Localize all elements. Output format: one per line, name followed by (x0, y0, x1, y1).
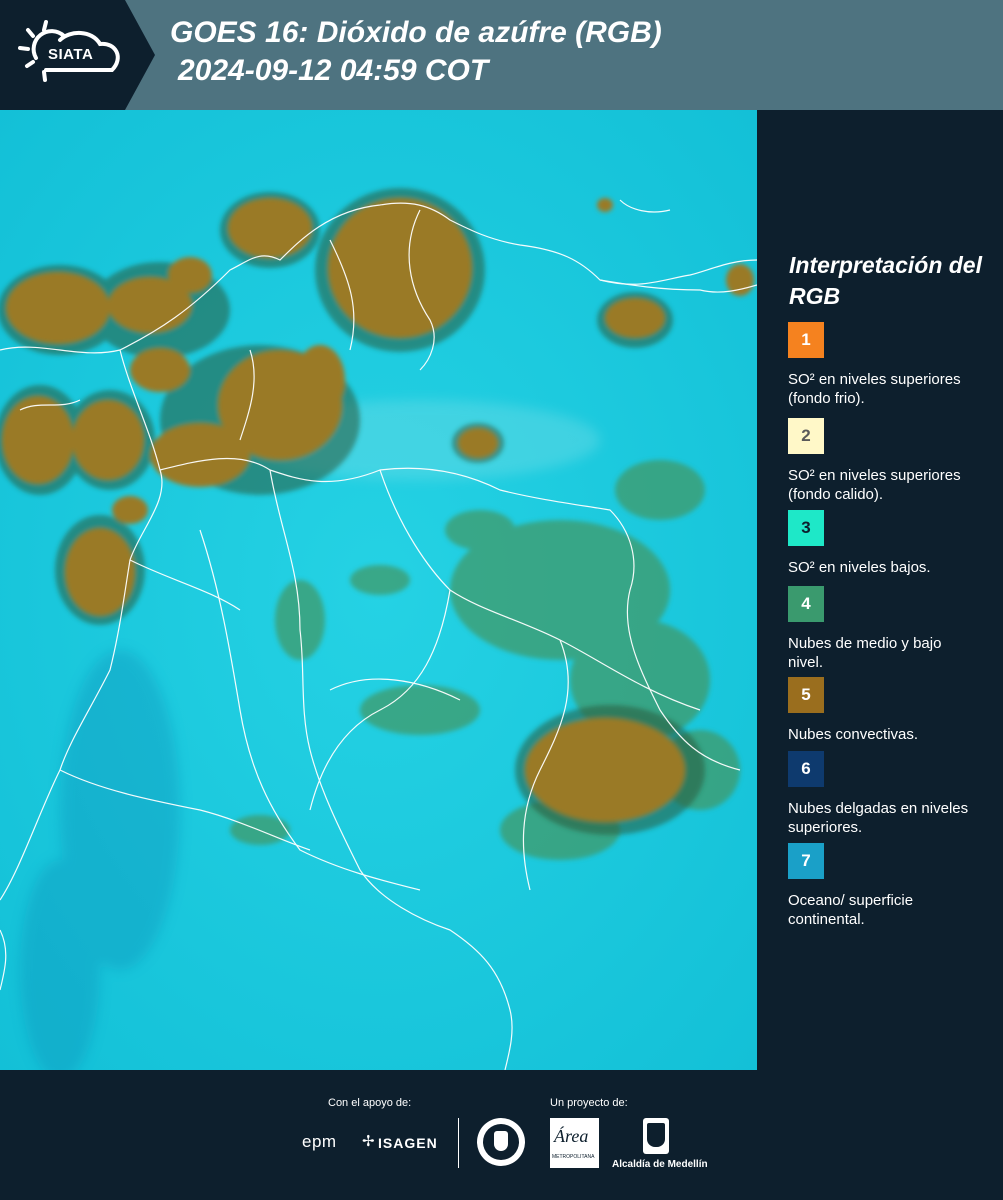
satellite-image (0, 110, 757, 1070)
legend-number-6: 6 (801, 759, 811, 778)
legend-swatch-7: 7 (788, 843, 824, 879)
legend-number-7: 7 (801, 851, 811, 870)
alcaldia-shield-icon[interactable] (643, 1118, 669, 1154)
legend-item-2: 2 SO² en niveles superiores (fondo calid… (788, 418, 998, 504)
area-logo-text: Área (554, 1126, 589, 1146)
legend-label-3: SO² en niveles bajos. (788, 559, 931, 576)
legend-number-1: 1 (801, 330, 811, 349)
page-title: GOES 16: Dióxido de azúfre (RGB) 2024-09… (170, 14, 662, 90)
project-caption: Un proyecto de: (550, 1097, 628, 1109)
title-datetime: 2024-09-12 04:59 COT (178, 54, 489, 87)
legend-label-5: Nubes convectivas. (788, 726, 919, 743)
legend-number-5: 5 (801, 685, 811, 704)
footer-bar: Con el apoyo de: Un proyecto de: epm ✢ I… (0, 1070, 1003, 1200)
title-product: GOES 16: Dióxido de azúfre (RGB) (170, 16, 662, 49)
legend-label-4: Nubes de medio y bajo nivel. (788, 635, 942, 671)
alcaldia-label: Alcaldía de Medellín (612, 1159, 708, 1170)
support-caption: Con el apoyo de: (328, 1097, 412, 1109)
footer-divider (458, 1118, 459, 1168)
legend-item-6: 6 Nubes delgadas en niveles superiores. (788, 751, 998, 837)
legend-number-3: 3 (801, 518, 811, 537)
legend-item-1: 1 SO² en niveles superiores (fondo frio)… (788, 322, 998, 408)
medellin-seal-icon[interactable] (477, 1118, 525, 1166)
legend-swatch-5: 5 (788, 677, 824, 713)
siata-logo[interactable]: SIATA (0, 0, 155, 110)
legend-item-4: 4 Nubes de medio y bajo nivel. (788, 586, 998, 672)
legend-label-7: Oceano/ superficie continental. (788, 892, 914, 928)
legend-swatch-1: 1 (788, 322, 824, 358)
isagen-mark-icon: ✢ (362, 1133, 375, 1150)
header-bar: SIATA GOES 16: Dióxido de azúfre (RGB) 2… (0, 0, 1003, 110)
legend-swatch-2: 2 (788, 418, 824, 454)
legend-swatch-3: 3 (788, 510, 824, 546)
epm-logo[interactable]: epm (302, 1132, 337, 1152)
legend-item-5: 5 Nubes convectivas. (788, 677, 998, 744)
isagen-logo[interactable]: ISAGEN (378, 1135, 438, 1151)
legend-label-1: SO² en niveles superiores (fondo frio). (788, 371, 961, 407)
legend-number-4: 4 (801, 594, 811, 613)
legend-panel: Interpretación del RGB 1 SO² en niveles … (757, 110, 1003, 1070)
legend-item-3: 3 SO² en niveles bajos. (788, 510, 998, 577)
legend-swatch-4: 4 (788, 586, 824, 622)
legend-label-2: SO² en niveles superiores (fondo calido)… (788, 467, 961, 503)
legend-label-6: Nubes delgadas en niveles superiores. (788, 800, 969, 836)
legend-number-2: 2 (801, 426, 811, 445)
satellite-map[interactable] (0, 110, 757, 1070)
legend-title: Interpretación del RGB (789, 252, 982, 309)
area-metropolitana-logo[interactable]: Área METROPOLITANA (550, 1118, 599, 1168)
legend-swatch-6: 6 (788, 751, 824, 787)
siata-logo-text: SIATA (48, 46, 94, 63)
area-logo-subtext: METROPOLITANA (552, 1154, 595, 1160)
legend-item-7: 7 Oceano/ superficie continental. (788, 843, 998, 929)
